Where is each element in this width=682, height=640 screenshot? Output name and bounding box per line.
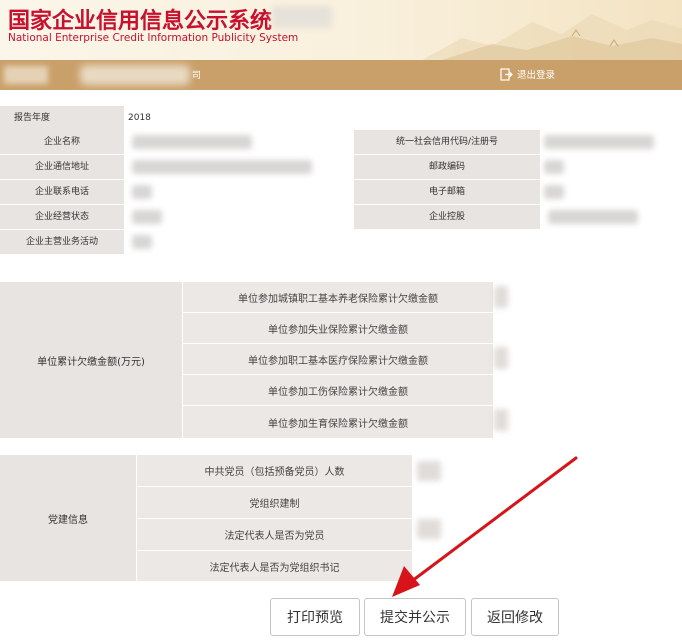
arrears-item-injury: 单位参加工伤保险累计欠缴金额 xyxy=(183,375,493,405)
report-year-value: 2018 xyxy=(124,106,682,130)
phone-label: 企业联系电话 xyxy=(0,180,124,204)
print-preview-button[interactable]: 打印预览 xyxy=(270,598,360,636)
arrears-side-label: 单位累计欠缴金额(万元) xyxy=(0,282,182,438)
party-item-organization: 党组织建制 xyxy=(137,487,412,518)
arrears-item-medical: 单位参加职工基本医疗保险累计欠缴金额 xyxy=(183,344,493,374)
email-value xyxy=(540,180,682,204)
company-name-value xyxy=(124,130,354,154)
party-item-rep-is-member: 法定代表人是否为党员 xyxy=(137,519,412,550)
row-address: 企业通信地址 邮政编码 xyxy=(0,155,682,179)
great-wall-illustration xyxy=(422,14,682,60)
redacted-company-name xyxy=(80,65,190,85)
site-header: 国家企业信用信息公示系统 National Enterprise Credit … xyxy=(0,0,682,60)
party-item-rep-is-secretary: 法定代表人是否为党组织书记 xyxy=(137,551,412,581)
logout-button[interactable]: 退出登录 xyxy=(500,67,555,81)
site-subtitle: National Enterprise Credit Information P… xyxy=(8,32,299,44)
phone-value xyxy=(124,180,354,204)
logout-label: 退出登录 xyxy=(517,70,556,81)
arrears-values xyxy=(494,282,682,438)
logout-icon xyxy=(500,67,513,81)
postcode-value xyxy=(540,155,682,179)
holding-label: 企业控股 xyxy=(354,205,540,229)
row-status: 企业经营状态 企业控股 xyxy=(0,205,682,229)
credit-code-label: 统一社会信用代码/注册号 xyxy=(354,130,540,154)
party-side-label: 党建信息 xyxy=(0,455,136,581)
arrears-item-unemployment: 单位参加失业保险累计欠缴金额 xyxy=(183,313,493,343)
submit-publish-button[interactable]: 提交并公示 xyxy=(364,598,466,636)
redacted-title-tail xyxy=(272,6,332,28)
credit-code-value xyxy=(540,130,682,154)
nav-bar: 司 退出登录 xyxy=(0,60,682,90)
party-values xyxy=(413,455,682,581)
party-section: 党建信息 中共党员（包括预备党员）人数 党组织建制 法定代表人是否为党员 法定代… xyxy=(0,455,682,581)
holding-value xyxy=(540,205,682,229)
row-main-business: 企业主营业务活动 xyxy=(0,230,682,254)
row-phone: 企业联系电话 电子邮箱 xyxy=(0,180,682,204)
row-company-name: 企业名称 统一社会信用代码/注册号 xyxy=(0,130,682,154)
address-value xyxy=(124,155,354,179)
arrears-section: 单位累计欠缴金额(万元) 单位参加城镇职工基本养老保险累计欠缴金额 单位参加失业… xyxy=(0,282,682,438)
postcode-label: 邮政编码 xyxy=(354,155,540,179)
status-label: 企业经营状态 xyxy=(0,205,124,229)
back-edit-button[interactable]: 返回修改 xyxy=(471,598,559,636)
redacted-nav-text xyxy=(4,66,48,84)
report-year-label: 报告年度 xyxy=(0,106,64,130)
arrears-item-pension: 单位参加城镇职工基本养老保险累计欠缴金额 xyxy=(183,282,493,312)
site-title: 国家企业信用信息公示系统 xyxy=(8,8,273,34)
main-business-value xyxy=(124,230,682,254)
company-name-label: 企业名称 xyxy=(0,130,124,154)
email-label: 电子邮箱 xyxy=(354,180,540,204)
status-value xyxy=(124,205,354,229)
nav-text-tail: 司 xyxy=(192,71,202,81)
row-report-year: 报告年度 2018 xyxy=(0,106,682,130)
arrears-item-maternity: 单位参加生育保险累计欠缴金额 xyxy=(183,406,493,438)
party-item-members: 中共党员（包括预备党员）人数 xyxy=(137,455,412,486)
address-label: 企业通信地址 xyxy=(0,155,124,179)
main-business-label: 企业主营业务活动 xyxy=(0,230,124,254)
